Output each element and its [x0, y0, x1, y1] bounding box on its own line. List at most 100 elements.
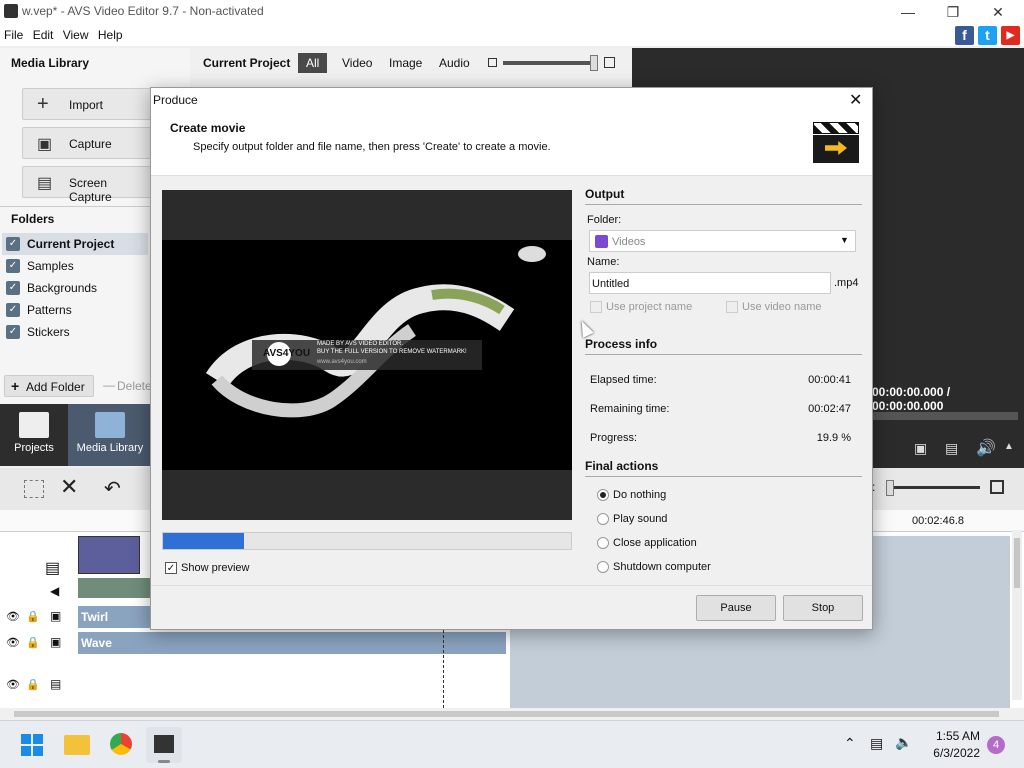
menu-edit[interactable]: Edit: [30, 24, 57, 42]
folder-stickers[interactable]: ✓ Stickers: [2, 321, 148, 343]
timeline-zoom-handle[interactable]: [886, 480, 894, 496]
tab-image[interactable]: Image: [381, 53, 430, 73]
watermark-line2: BUY THE FULL VERSION TO REMOVE WATERMARK…: [317, 349, 467, 355]
close-window-button[interactable]: ✕: [986, 2, 1010, 22]
minimize-button[interactable]: —: [896, 2, 920, 22]
volume-icon[interactable]: 🔊: [976, 438, 996, 458]
folder-label: Backgrounds: [27, 281, 98, 295]
remaining-label: Remaining time:: [590, 403, 670, 415]
chevron-down-icon: ▼: [840, 235, 849, 245]
speaker-icon[interactable]: 🔈: [895, 734, 912, 751]
check-icon: ✓: [6, 237, 20, 251]
large-thumb-icon[interactable]: [604, 57, 615, 68]
volume-arrow-icon[interactable]: ▲: [1004, 441, 1014, 452]
zoom-slider[interactable]: [503, 61, 597, 65]
use-project-name-label: Use project name: [606, 301, 693, 313]
screen-capture-button[interactable]: ▤ Screen Capture: [22, 166, 152, 204]
snapshot-icon[interactable]: ▤: [945, 440, 958, 457]
effect-icon: ▣: [50, 635, 62, 649]
tab-audio[interactable]: Audio: [431, 53, 478, 73]
check-icon: ✓: [6, 325, 20, 339]
radio-do-nothing[interactable]: [597, 489, 609, 501]
radio-play-sound[interactable]: [597, 513, 609, 525]
avs-taskbar-button[interactable]: [146, 727, 182, 763]
zoom-slider-handle[interactable]: [590, 55, 598, 71]
tab-all[interactable]: All: [298, 53, 328, 73]
capture-button[interactable]: ▣ Capture: [22, 127, 152, 159]
audio-track-icon: ◀: [50, 584, 60, 598]
eye-icon[interactable]: 👁: [6, 610, 20, 623]
small-thumb-icon[interactable]: [488, 58, 497, 67]
folder-patterns[interactable]: ✓ Patterns: [2, 299, 148, 321]
effect-icon: ▣: [50, 609, 62, 623]
video-clip[interactable]: [78, 536, 140, 574]
menu-help[interactable]: Help: [95, 24, 126, 42]
header-description: Specify output folder and file name, the…: [193, 141, 551, 153]
folder-dropdown[interactable]: Videos ▼: [589, 230, 856, 252]
chevron-up-icon[interactable]: ⌃: [844, 735, 856, 752]
show-preview-checkbox[interactable]: ✓: [165, 562, 177, 574]
start-icon[interactable]: [21, 734, 43, 756]
plus-icon: +: [11, 378, 20, 394]
chrome-icon[interactable]: [110, 733, 132, 755]
folder-samples[interactable]: ✓ Samples: [2, 255, 148, 277]
delete-folder-button[interactable]: — Delete: [100, 375, 152, 397]
lock-icon[interactable]: 🔒: [26, 610, 40, 623]
menu-file[interactable]: File: [1, 24, 26, 42]
player-seekbar[interactable]: [872, 412, 1018, 420]
eye-icon[interactable]: 👁: [6, 678, 20, 691]
add-folder-button[interactable]: + Add Folder: [4, 375, 94, 397]
import-button[interactable]: + Import: [22, 88, 152, 120]
track-wave[interactable]: Wave: [78, 632, 506, 654]
tab-video[interactable]: Video: [334, 53, 380, 73]
storyboard-icon[interactable]: [24, 480, 44, 498]
menu-view[interactable]: View: [60, 24, 92, 42]
folder-label: Stickers: [27, 325, 70, 339]
timeline-zoom-slider[interactable]: [890, 486, 980, 489]
file-explorer-icon[interactable]: [64, 735, 90, 755]
stop-button[interactable]: Stop: [783, 595, 863, 621]
use-project-name-checkbox[interactable]: [590, 301, 602, 313]
check-icon: ✓: [6, 281, 20, 295]
audio-clip[interactable]: [78, 578, 150, 598]
folder-backgrounds[interactable]: ✓ Backgrounds: [2, 277, 148, 299]
notification-badge[interactable]: 4: [987, 736, 1005, 754]
preview-frame: AVS4YOU MADE BY AVS VIDEO EDITOR. BUY TH…: [162, 240, 572, 470]
youtube-icon[interactable]: ▶: [1001, 26, 1020, 45]
clapper-icon: [19, 412, 49, 438]
folder-label: Samples: [27, 259, 74, 273]
lock-icon[interactable]: 🔒: [26, 678, 40, 691]
app-icon: [4, 4, 18, 18]
radio-close-application[interactable]: [597, 537, 609, 549]
undo-icon[interactable]: ↶: [104, 476, 121, 501]
maximize-button[interactable]: ❐: [941, 2, 965, 22]
dialog-title: Produce: [153, 93, 198, 107]
pause-button[interactable]: Pause: [696, 595, 776, 621]
screen-capture-label: Screen Capture: [69, 176, 112, 204]
eye-icon[interactable]: 👁: [6, 636, 20, 649]
track-twirl[interactable]: Twirl: [78, 606, 150, 628]
delete-icon[interactable]: ✕: [60, 474, 78, 500]
file-extension: .mp4: [834, 277, 859, 289]
twitter-icon[interactable]: t: [978, 26, 997, 45]
network-icon[interactable]: ▤: [870, 735, 883, 752]
nav-projects[interactable]: Projects: [0, 404, 68, 466]
process-title: Process info: [585, 337, 658, 351]
timeline-hscroll[interactable]: [0, 708, 1024, 720]
name-input[interactable]: Untitled: [589, 272, 831, 294]
nav-media-library[interactable]: Media Library: [68, 404, 152, 466]
dialog-title-bar: Produce ✕: [151, 88, 872, 112]
lock-icon[interactable]: 🔒: [26, 636, 40, 649]
plus-icon: +: [37, 93, 49, 115]
radio-shutdown-computer[interactable]: [597, 561, 609, 573]
fullscreen-icon[interactable]: ▣: [914, 440, 927, 457]
dialog-close-button[interactable]: ✕: [849, 90, 862, 110]
clock-date[interactable]: 6/3/2022: [926, 746, 980, 760]
clock-time[interactable]: 1:55 AM: [926, 729, 980, 743]
facebook-icon[interactable]: f: [955, 26, 974, 45]
elapsed-value: 00:00:41: [808, 374, 851, 386]
fit-icon[interactable]: [990, 480, 1004, 494]
folder-current-project[interactable]: ✓ Current Project: [2, 233, 148, 255]
timeline-vscroll[interactable]: [1012, 530, 1022, 700]
use-video-name-checkbox[interactable]: [726, 301, 738, 313]
